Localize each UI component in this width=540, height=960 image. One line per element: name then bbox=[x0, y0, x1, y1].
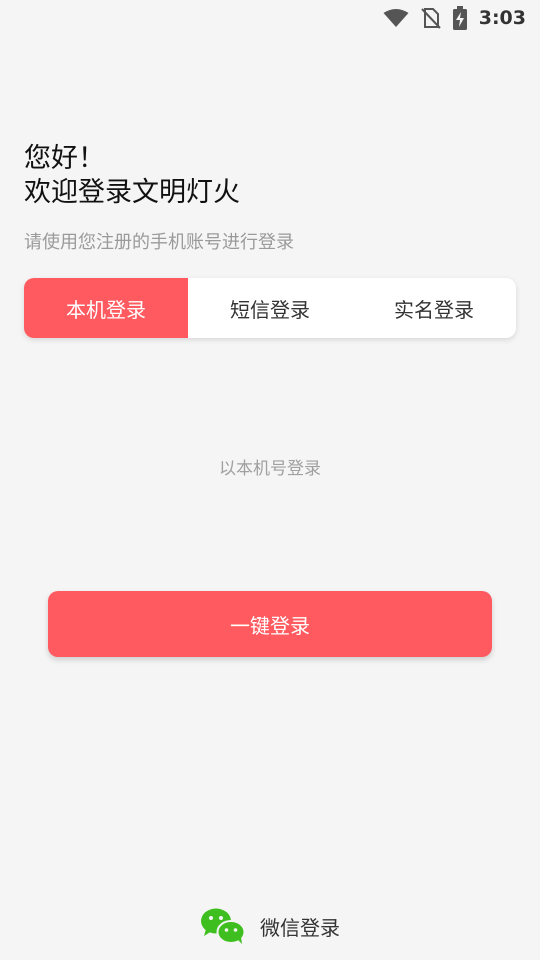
greeting: 您好！ 欢迎登录文明灯火 bbox=[24, 142, 240, 210]
no-sim-icon bbox=[421, 8, 441, 29]
status-time: 3:03 bbox=[478, 7, 526, 29]
local-number-hint: 以本机号登录 bbox=[219, 459, 321, 479]
tab-local-login[interactable]: 本机登录 bbox=[24, 278, 188, 338]
wifi-icon bbox=[383, 9, 409, 27]
greeting-line-1: 您好！ bbox=[24, 143, 105, 174]
battery-charging-icon bbox=[452, 6, 467, 30]
wechat-icon bbox=[201, 908, 246, 944]
status-bar: 3:03 bbox=[0, 0, 540, 36]
login-method-tabs: 本机登录 短信登录 实名登录 bbox=[24, 278, 516, 338]
tab-sms-login[interactable]: 短信登录 bbox=[188, 278, 352, 338]
tab-realname-login[interactable]: 实名登录 bbox=[352, 278, 516, 338]
one-click-login-button[interactable]: 一键登录 bbox=[48, 591, 492, 657]
login-screen: 3:03 您好！ 欢迎登录文明灯火 请使用您注册的手机账号进行登录 本机登录 短… bbox=[0, 0, 540, 960]
login-subtitle: 请使用您注册的手机账号进行登录 bbox=[24, 232, 294, 253]
wechat-login-button[interactable]: 微信登录 bbox=[0, 902, 540, 950]
greeting-line-2: 欢迎登录文明灯火 bbox=[24, 177, 240, 208]
wechat-login-label: 微信登录 bbox=[260, 915, 340, 940]
